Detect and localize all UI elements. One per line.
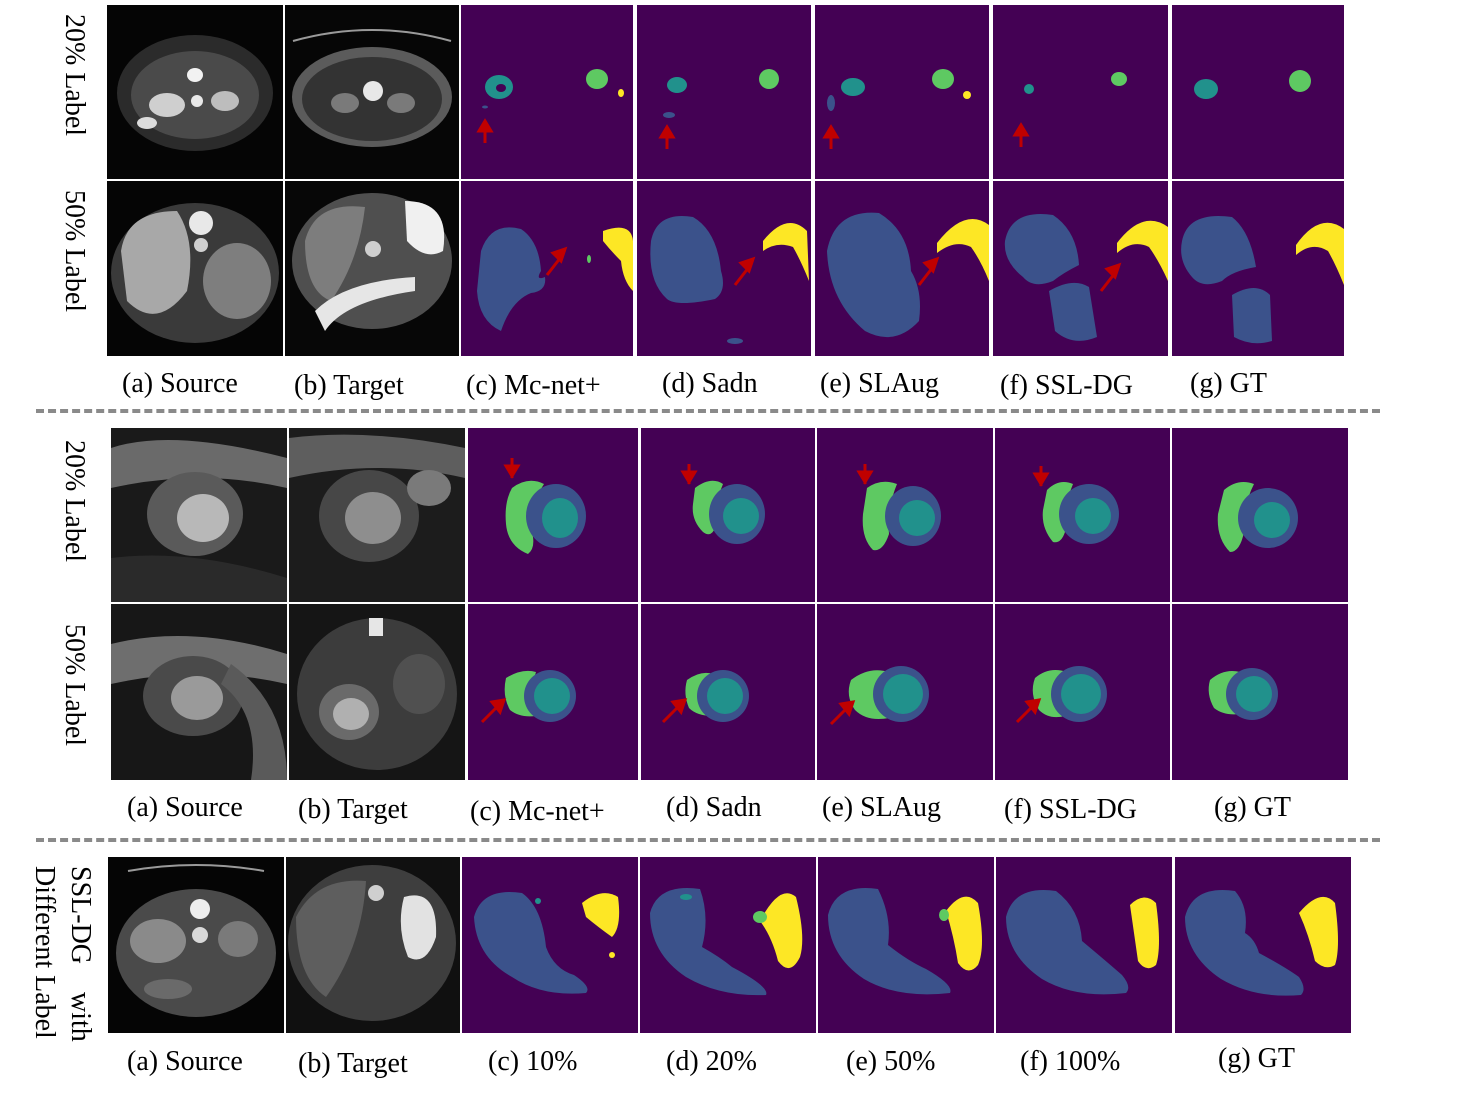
caption-slaug: (e) SLAug [822, 792, 941, 823]
seg-sadn-50 [637, 181, 811, 356]
seg-gt-20 [1172, 5, 1344, 179]
caption-mcnet: (c) Mc-net+ [470, 796, 605, 827]
seg-gt-50 [1172, 604, 1348, 780]
seg-ssldg-20 [640, 857, 816, 1033]
caption-target: (b) Target [298, 794, 408, 825]
seg-gt-20 [1172, 428, 1348, 602]
row-label-20: 20% Label [59, 14, 90, 137]
row-label-different-label: Different Label [29, 866, 60, 1039]
caption-ssldg: (f) SSL-DG [1004, 794, 1137, 825]
row-label-50: 50% Label [59, 624, 90, 747]
caption-source: (a) Source [127, 792, 243, 823]
caption-gt: (g) GT [1190, 368, 1267, 399]
seg-ssldg-50 [818, 857, 994, 1033]
seg-ssldg-20 [993, 5, 1168, 179]
seg-sadn-50 [641, 604, 815, 780]
divider-dashed [36, 838, 1380, 842]
seg-sadn-20 [641, 428, 815, 602]
seg-mcnet-20 [461, 5, 633, 179]
caption-sadn: (d) Sadn [666, 792, 762, 823]
row-label-ssldg-with: SSL-DG with [65, 866, 96, 1042]
caption-mcnet: (c) Mc-net+ [466, 370, 601, 401]
seg-slaug-20 [817, 428, 993, 602]
seg-mcnet-50 [461, 181, 633, 356]
caption-target: (b) Target [294, 370, 404, 401]
target-cardiac-image [289, 428, 465, 602]
target-mr-image [285, 181, 459, 356]
divider-dashed [36, 409, 1380, 413]
seg-slaug-20 [815, 5, 989, 179]
caption-sadn: (d) Sadn [662, 368, 758, 399]
target-mr-image [286, 857, 460, 1033]
seg-slaug-50 [817, 604, 993, 780]
caption-gt: (g) GT [1218, 1043, 1295, 1074]
seg-ssldg-10 [462, 857, 638, 1033]
source-ct-image [107, 181, 283, 356]
caption-10: (c) 10% [488, 1046, 578, 1077]
caption-gt: (g) GT [1214, 792, 1291, 823]
seg-slaug-50 [815, 181, 989, 356]
source-cardiac-image [111, 428, 287, 602]
seg-gt [1175, 857, 1351, 1033]
seg-sadn-20 [637, 5, 811, 179]
source-ct-image [107, 5, 283, 179]
caption-slaug: (e) SLAug [820, 368, 939, 399]
caption-target: (b) Target [298, 1048, 408, 1079]
source-cardiac-image [111, 604, 287, 780]
caption-20: (d) 20% [666, 1046, 757, 1077]
seg-ssldg-50 [995, 604, 1170, 780]
seg-ssldg-50 [993, 181, 1168, 356]
row-label-20: 20% Label [59, 440, 90, 563]
source-ct-image [108, 857, 284, 1033]
row-label-50: 50% Label [59, 190, 90, 313]
target-cardiac-image [289, 604, 465, 780]
target-mr-image [285, 5, 459, 179]
seg-ssldg-100 [996, 857, 1172, 1033]
seg-mcnet-50 [468, 604, 638, 780]
caption-50: (e) 50% [846, 1046, 936, 1077]
caption-source: (a) Source [122, 368, 238, 399]
caption-source: (a) Source [127, 1046, 243, 1077]
seg-ssldg-20 [995, 428, 1170, 602]
caption-100: (f) 100% [1020, 1046, 1121, 1077]
seg-mcnet-20 [468, 428, 638, 602]
seg-gt-50 [1172, 181, 1344, 356]
caption-ssldg: (f) SSL-DG [1000, 370, 1133, 401]
